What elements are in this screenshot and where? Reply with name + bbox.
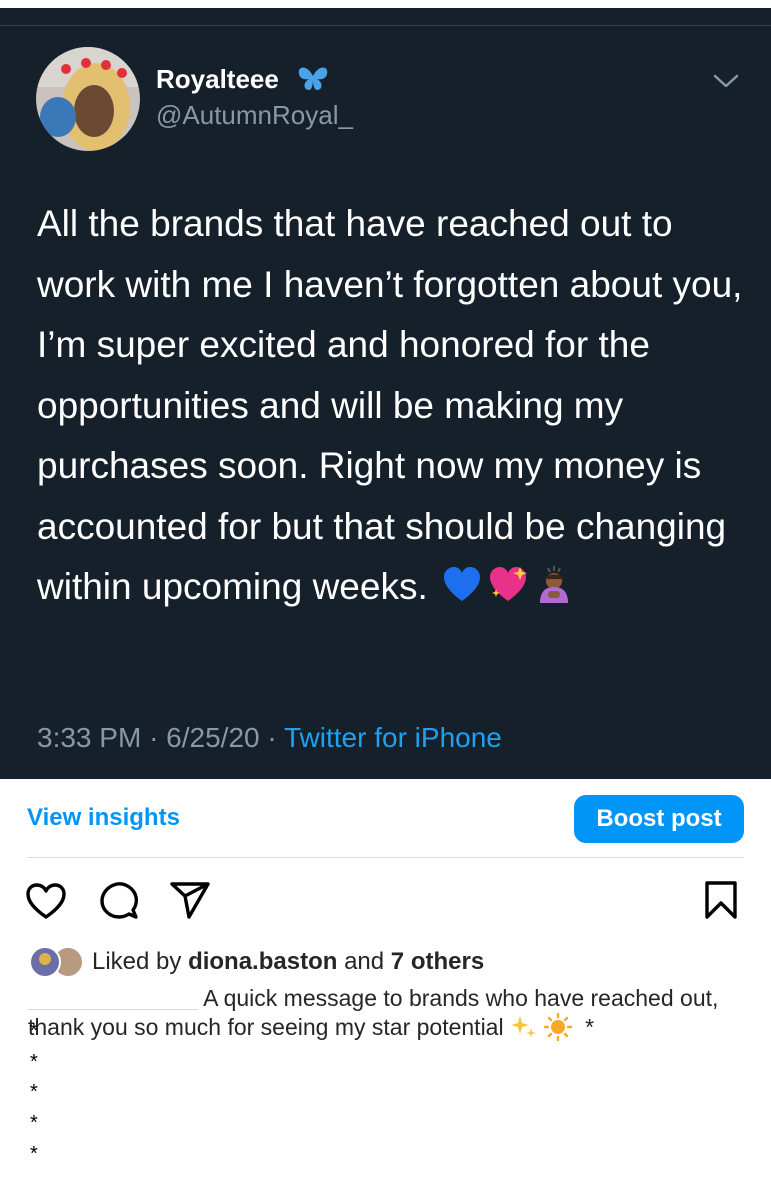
bookmark-icon[interactable] [703,879,739,921]
comment-icon[interactable] [98,880,140,922]
star-line: * [30,1081,38,1104]
likes-others[interactable]: 7 others [391,948,484,975]
boost-post-button[interactable]: Boost post [574,795,744,843]
avatar[interactable] [36,47,140,151]
redacted-username [28,989,198,1010]
liker-username[interactable]: diona.baston [188,948,337,975]
divider [27,857,744,858]
tweet-date: 6/25/20 [166,722,260,753]
star-line: * [30,1050,38,1073]
blue-heart-emoji [443,567,480,601]
butterfly-icon [298,67,328,90]
caption-star-lines: * * * * * [30,1016,38,1169]
share-icon[interactable] [168,880,212,922]
tweet-body: All the brands that have reached out to … [37,203,743,607]
top-divider [0,25,771,26]
view-insights-link[interactable]: View insights [27,804,180,832]
top-strip [0,0,771,8]
star-line: * [30,1020,38,1042]
star-line: * [30,1112,38,1135]
tweet-time: 3:33 PM [37,722,142,753]
chevron-down-icon[interactable] [712,72,740,90]
sun-emoji [544,1012,573,1042]
tweet-meta: 3:33 PM · 6/25/20 · Twitter for iPhone [37,722,502,754]
likes-summary: Liked by diona.baston and 7 others [92,948,484,976]
likes-prefix: Liked by [92,948,182,975]
meta-separator: · [267,722,277,753]
bowing-person-emoji [539,566,568,603]
sparkling-heart-emoji [489,567,527,601]
tweet-source[interactable]: Twitter for iPhone [284,722,502,753]
tweet-card: Royalteee @AutumnRoyal_ All the brands t… [0,0,771,779]
meta-separator: · [149,722,159,753]
post-caption: A quick message to brands who have reach… [28,984,763,1042]
likes-joiner: and [344,948,385,975]
sparkles-emoji [510,1016,536,1038]
tweet-text: All the brands that have reached out to … [37,194,749,618]
heart-icon[interactable] [25,882,67,920]
caption-trailing-star: * [585,1014,595,1040]
star-line: * [30,1142,38,1165]
liker-avatars[interactable] [28,945,86,979]
display-name[interactable]: Royalteee [156,64,279,95]
handle[interactable]: @AutumnRoyal_ [156,100,353,131]
